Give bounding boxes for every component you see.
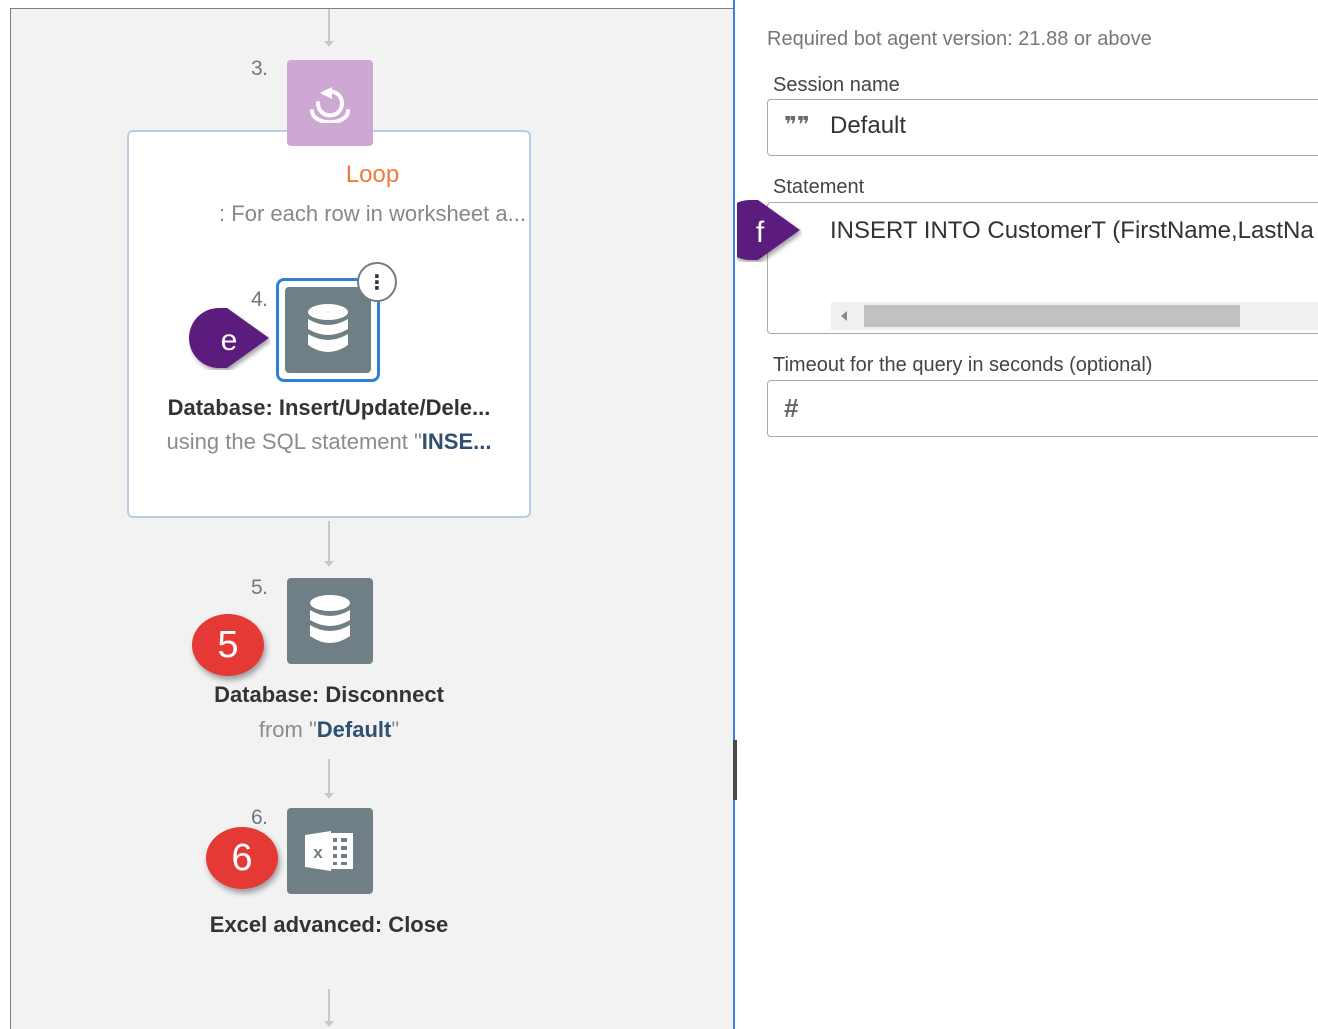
callout-e-label: e: [221, 324, 238, 357]
statement-value: INSERT INTO CustomerT (FirstName,LastNa: [830, 217, 1314, 244]
session-name-field[interactable]: ❞❞ Default: [767, 99, 1318, 156]
loop-title: Loop: [345, 161, 400, 188]
step5-subtitle-value: Default: [316, 717, 392, 742]
step-number-5: 5.: [251, 576, 268, 599]
quote-icon: ❞❞: [784, 112, 810, 137]
database-disconnect-node[interactable]: [287, 578, 373, 664]
callout-5: 5: [192, 614, 264, 676]
database-icon: [308, 304, 348, 352]
statement-horizontal-scrollbar[interactable]: [831, 302, 1318, 330]
step5-subtitle-suffix: ": [391, 717, 400, 742]
step6-title: Excel advanced: Close: [209, 912, 449, 937]
callout-e: e: [189, 308, 269, 368]
timeout-field[interactable]: #: [767, 380, 1318, 437]
connector-arrow: [324, 521, 334, 567]
excel-close-node[interactable]: x: [287, 808, 373, 894]
panel-splitter[interactable]: [733, 0, 735, 1029]
callout-f-label: f: [756, 216, 765, 249]
step4-subtitle-prefix: using the SQL statement ": [166, 429, 422, 454]
excel-icon: x: [305, 831, 353, 871]
step5-subtitle-prefix: from ": [258, 717, 317, 742]
svg-text:x: x: [313, 843, 323, 862]
step4-subtitle: using the SQL statement "INSE...: [129, 429, 529, 455]
session-name-value: Default: [830, 112, 907, 139]
required-version-text: Required bot agent version: 21.88 or abo…: [767, 28, 1152, 50]
step-number-6: 6.: [251, 806, 268, 829]
step4-title: Database: Insert/Update/Dele...: [167, 395, 491, 420]
properties-panel: Required bot agent version: 21.88 or abo…: [737, 0, 1318, 1029]
step-number-3: 3.: [251, 57, 268, 80]
callout-f: f: [737, 200, 800, 260]
scrollbar-thumb[interactable]: [864, 305, 1240, 327]
session-name-label: Session name: [773, 74, 900, 96]
database-insert-node[interactable]: [285, 287, 371, 373]
statement-field[interactable]: INSERT INTO CustomerT (FirstName,LastNa: [767, 202, 1318, 334]
scroll-left-icon[interactable]: [841, 311, 847, 321]
hash-icon: #: [784, 393, 799, 423]
step5-subtitle: from "Default": [129, 717, 529, 743]
statement-label: Statement: [773, 176, 865, 198]
connector-arrow: [324, 9, 334, 47]
connector-arrow: [324, 989, 334, 1027]
connector-arrow: [324, 759, 334, 799]
timeout-label: Timeout for the query in seconds (option…: [773, 354, 1153, 376]
step5-title: Database: Disconnect: [214, 682, 444, 707]
database-icon: [310, 595, 350, 643]
step4-subtitle-value: INSE...: [421, 429, 492, 454]
loop-icon: [310, 87, 350, 123]
flow-canvas[interactable]: 3. Loop : For each row in worksheet a...…: [10, 8, 734, 1029]
loop-subtitle: : For each row in worksheet a...: [219, 201, 526, 226]
callout-6: 6: [206, 827, 278, 889]
node-more-menu-button[interactable]: ⋮: [357, 262, 397, 302]
loop-node[interactable]: [287, 60, 373, 146]
